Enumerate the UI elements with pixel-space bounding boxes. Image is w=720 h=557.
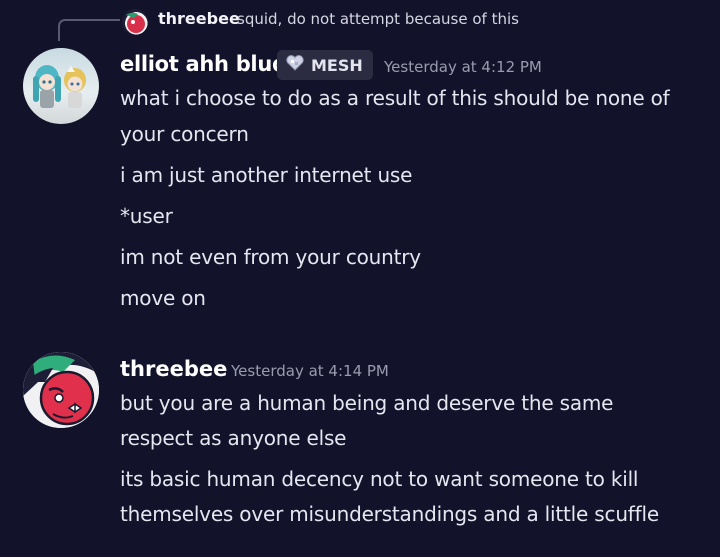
- server-tag[interactable]: MESH: [277, 50, 373, 80]
- message-timestamp: Yesterday at 4:14 PM: [231, 362, 389, 380]
- message-line: *user: [120, 204, 173, 228]
- server-tag-label: MESH: [311, 55, 363, 75]
- heart-badge-icon: [285, 54, 305, 76]
- message-line: themselves over misunderstandings and a …: [120, 502, 659, 526]
- message-author[interactable]: elliot ahh blud: [120, 52, 287, 76]
- avatar[interactable]: [23, 352, 99, 428]
- message-line: i am just another internet use: [120, 163, 413, 187]
- reply-preview-text[interactable]: squid, do not attempt because of this: [237, 10, 519, 28]
- message-line: im not even from your country: [120, 245, 421, 269]
- reply-avatar[interactable]: [122, 9, 148, 35]
- message-author[interactable]: threebee: [120, 357, 227, 381]
- reply-author[interactable]: threebee: [158, 9, 240, 28]
- reply-spine: [58, 19, 120, 41]
- message-line: respect as anyone else: [120, 426, 347, 450]
- message-line: but you are a human being and deserve th…: [120, 391, 614, 415]
- message-line: move on: [120, 286, 206, 310]
- message-line: its basic human decency not to want some…: [120, 467, 639, 491]
- message-line: your concern: [120, 122, 249, 146]
- avatar[interactable]: [23, 48, 99, 124]
- message-line: what i choose to do as a result of this …: [120, 86, 670, 110]
- message-timestamp: Yesterday at 4:12 PM: [384, 58, 542, 76]
